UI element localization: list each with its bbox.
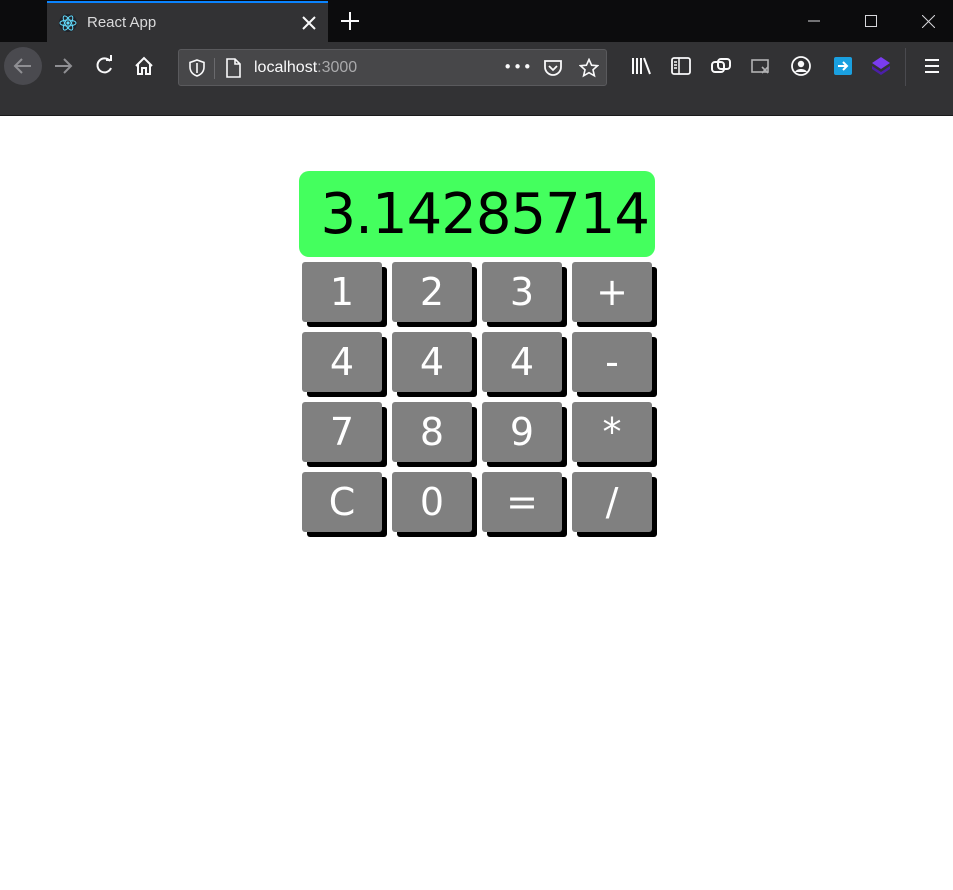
account-icon[interactable] bbox=[789, 54, 813, 78]
extension-cube-icon[interactable] bbox=[869, 54, 893, 78]
key-0-button[interactable]: 0 bbox=[392, 472, 472, 532]
calculator-display: 3.14285714 bbox=[299, 171, 655, 257]
sidebar-icon[interactable] bbox=[669, 54, 693, 78]
url-bar[interactable]: localhost:3000 ••• bbox=[178, 49, 607, 86]
key-7-button[interactable]: 7 bbox=[302, 402, 382, 462]
tracking-shield-icon[interactable] bbox=[186, 57, 208, 79]
reload-icon[interactable] bbox=[85, 47, 123, 85]
new-tab-icon[interactable] bbox=[339, 10, 361, 32]
extension-screenshot-icon[interactable] bbox=[749, 54, 773, 78]
pocket-icon[interactable] bbox=[542, 57, 564, 79]
extension-arrow-icon[interactable] bbox=[831, 54, 855, 78]
library-icon[interactable] bbox=[629, 54, 653, 78]
extension-link-icon[interactable] bbox=[709, 54, 733, 78]
page-icon[interactable] bbox=[222, 57, 244, 79]
key-3-button[interactable]: 3 bbox=[482, 262, 562, 322]
url-text[interactable]: localhost:3000 bbox=[254, 59, 357, 77]
key-clear-button[interactable]: C bbox=[302, 472, 382, 532]
key-equals-button[interactable]: = bbox=[482, 472, 562, 532]
key-2-button[interactable]: 2 bbox=[392, 262, 472, 322]
back-icon[interactable] bbox=[4, 47, 42, 85]
key-9-button[interactable]: 9 bbox=[482, 402, 562, 462]
key-1-button[interactable]: 1 bbox=[302, 262, 382, 322]
key-multiply-button[interactable]: * bbox=[572, 402, 652, 462]
url-host: localhost bbox=[254, 59, 318, 76]
maximize-icon[interactable] bbox=[848, 0, 894, 42]
browser-tab[interactable]: React App bbox=[47, 1, 328, 42]
tab-title: React App bbox=[87, 14, 157, 31]
key-divide-button[interactable]: / bbox=[572, 472, 652, 532]
home-icon[interactable] bbox=[125, 47, 163, 85]
key-4-second-button[interactable]: 4 bbox=[392, 332, 472, 392]
menu-icon[interactable] bbox=[920, 54, 944, 78]
key-plus-button[interactable]: + bbox=[572, 262, 652, 322]
navigation-toolbar: localhost:3000 ••• bbox=[0, 42, 953, 92]
bookmark-star-icon[interactable] bbox=[578, 57, 600, 79]
window-close-icon[interactable] bbox=[905, 0, 951, 42]
react-logo-icon bbox=[58, 13, 78, 33]
key-8-button[interactable]: 8 bbox=[392, 402, 472, 462]
url-port: :3000 bbox=[317, 59, 358, 76]
forward-icon[interactable] bbox=[44, 47, 82, 85]
key-4-button[interactable]: 4 bbox=[302, 332, 382, 392]
close-tab-icon[interactable] bbox=[300, 14, 318, 32]
page-actions-icon[interactable]: ••• bbox=[503, 56, 532, 78]
url-divider bbox=[214, 58, 215, 79]
key-4-third-button[interactable]: 4 bbox=[482, 332, 562, 392]
toolbar-divider bbox=[905, 48, 906, 86]
title-bar: React App bbox=[0, 0, 953, 42]
minimize-icon[interactable] bbox=[791, 0, 837, 42]
toolbar-strip bbox=[0, 92, 953, 116]
display-value: 3.14285714 bbox=[320, 182, 650, 247]
key-minus-button[interactable]: - bbox=[572, 332, 652, 392]
